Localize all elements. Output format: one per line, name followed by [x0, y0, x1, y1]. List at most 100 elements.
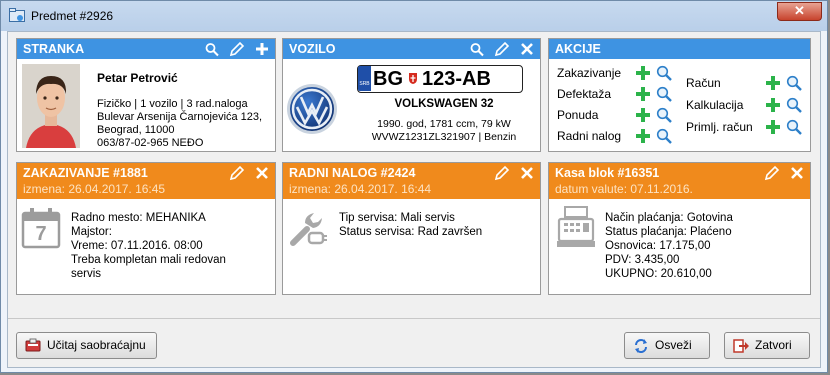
add-icon[interactable]: [255, 41, 269, 57]
radni-nalog-modified: izmena: 26.04.2017. 16:44: [289, 182, 432, 196]
plate-city: BG: [373, 68, 403, 90]
stranka-name: Petar Petrović: [97, 71, 178, 85]
add-icon[interactable]: [636, 87, 650, 101]
refresh-label: Osveži: [655, 338, 692, 352]
plate-country-strip: SRB: [358, 66, 371, 91]
stranka-phone-line: 063/87-02-965 NEĐO: [97, 137, 204, 149]
stranka-panel: STRANKA Petar Petrović Fizičko | 1 vozil…: [16, 38, 276, 152]
predmet-window: Predmet #2926 ✕ STRANKA Petar Petrović F…: [0, 0, 828, 373]
kasa-blok-line: PDV: 3.435,00: [605, 254, 680, 266]
card-reader-icon: [25, 338, 41, 352]
window-title: Predmet #2926: [31, 9, 114, 23]
search-icon[interactable]: [656, 65, 672, 81]
close-label: Zatvori: [755, 338, 792, 352]
close-icon[interactable]: [790, 165, 804, 181]
stranka-address-line: Bulevar Arsenija Čarnojevića 123,: [97, 111, 263, 123]
action-label: Račun: [686, 76, 721, 90]
action-label: Radni nalog: [557, 129, 622, 143]
action-label: Kalkulacija: [686, 98, 744, 112]
stranka-header: STRANKA: [17, 39, 275, 59]
stranka-city-line: Beograd, 11000: [97, 124, 175, 136]
refresh-icon: [635, 339, 647, 353]
action-row: Ponuda: [557, 107, 676, 123]
add-icon[interactable]: [636, 108, 650, 122]
search-icon[interactable]: [656, 86, 672, 102]
action-label: Primlj. račun: [686, 120, 753, 134]
footer-divider: [8, 318, 820, 319]
search-icon[interactable]: [786, 119, 802, 135]
radni-nalog-panel: RADNI NALOG #2424 izmena: 26.04.2017. 16…: [282, 162, 541, 295]
edit-pencil-icon[interactable]: [494, 41, 510, 57]
action-label: Ponuda: [557, 108, 599, 122]
radni-nalog-title: RADNI NALOG #2424: [289, 166, 416, 180]
action-row: Zakazivanje: [557, 65, 676, 81]
action-label: Zakazivanje: [557, 66, 622, 80]
add-icon[interactable]: [766, 76, 780, 90]
edit-pencil-icon[interactable]: [229, 41, 245, 57]
zakazivanje-line: Vreme: 07.11.2016. 08:00: [71, 240, 203, 252]
zakazivanje-line: Radno mesto: MEHANIKA: [71, 212, 206, 224]
edit-pencil-icon[interactable]: [494, 165, 510, 181]
stranka-info-line: Fizičko | 1 vozilo | 3 rad.naloga: [97, 98, 248, 110]
kasa-blok-line: UKUPNO: 20.610,00: [605, 268, 712, 280]
akcije-header: AKCIJE: [549, 39, 810, 59]
kasa-blok-due-date: datum valute: 07.11.2016.: [555, 182, 693, 196]
action-label: Defektaža: [557, 87, 612, 101]
window-folder-icon: [9, 8, 25, 22]
search-icon[interactable]: [656, 107, 672, 123]
vozilo-panel: VOZILO SRB BG 123-AB VOLKSWAGEN 32 1990.…: [282, 38, 541, 152]
akcije-panel: AKCIJE Zakazivanje Defektaža Ponuda Radni n…: [548, 38, 811, 152]
close-button[interactable]: Zatvori: [724, 332, 810, 359]
kasa-blok-panel: Kasa blok #16351 datum valute: 07.11.201…: [548, 162, 811, 295]
add-icon[interactable]: [636, 129, 650, 143]
action-row: Defektaža: [557, 86, 676, 102]
zakazivanje-line: Majstor:: [71, 226, 112, 238]
close-icon[interactable]: [520, 165, 534, 181]
zakazivanje-panel: ZAKAZIVANJE #1881 izmena: 26.04.2017. 16…: [16, 162, 276, 295]
load-registration-button[interactable]: Učitaj saobraćajnu: [16, 332, 157, 359]
edit-pencil-icon[interactable]: [229, 165, 245, 181]
radni-nalog-line: Status servisa: Rad završen: [339, 226, 483, 238]
vozilo-title: VOZILO: [289, 42, 336, 56]
akcije-title: AKCIJE: [555, 42, 601, 56]
stranka-title: STRANKA: [23, 42, 85, 56]
action-row: Primlj. račun: [686, 119, 806, 135]
window-close-label: ✕: [794, 3, 805, 18]
search-icon[interactable]: [656, 128, 672, 144]
search-icon[interactable]: [786, 75, 802, 91]
search-icon[interactable]: [786, 97, 802, 113]
plate-coat-of-arms-icon: [409, 73, 417, 84]
action-row: Radni nalog: [557, 128, 676, 144]
refresh-button[interactable]: Osveži: [624, 332, 710, 359]
close-icon[interactable]: [255, 165, 269, 181]
vehicle-model: VOLKSWAGEN 32: [394, 98, 494, 110]
zakazivanje-title: ZAKAZIVANJE #1881: [23, 166, 148, 180]
kasa-blok-title: Kasa blok #16351: [555, 166, 660, 180]
wrench-plug-icon: [290, 213, 327, 246]
edit-pencil-icon[interactable]: [764, 165, 780, 181]
zakazivanje-modified: izmena: 26.04.2017. 16:45: [23, 182, 166, 196]
action-row: Kalkulacija: [686, 97, 806, 113]
radni-nalog-line: Tip servisa: Mali servis: [339, 212, 455, 224]
vehicle-specs: 1990. god, 1781 ccm, 79 kW: [377, 118, 511, 130]
search-icon[interactable]: [205, 41, 219, 57]
kasa-blok-header: Kasa blok #16351 datum valute: 07.11.201…: [549, 163, 810, 199]
close-icon[interactable]: [520, 41, 534, 57]
radni-nalog-header: RADNI NALOG #2424 izmena: 26.04.2017. 16…: [283, 163, 540, 199]
avatar: [22, 64, 80, 148]
window-close-button[interactable]: ✕: [777, 2, 822, 21]
add-icon[interactable]: [636, 66, 650, 80]
kasa-blok-line: Status plaćanja: Plaćeno: [605, 226, 732, 238]
calendar-day: 7: [35, 223, 47, 245]
vehicle-vin: WVWZ1231ZL321907 | Benzin: [371, 131, 517, 143]
add-icon[interactable]: [766, 98, 780, 112]
search-icon[interactable]: [470, 41, 484, 57]
add-icon[interactable]: [766, 120, 780, 134]
zakazivanje-line: Treba kompletan mali redovan: [71, 254, 226, 266]
plate-number: 123-AB: [422, 68, 491, 90]
load-registration-label: Učitaj saobraćajnu: [47, 338, 146, 352]
cash-register-icon: [557, 206, 595, 247]
vozilo-header: VOZILO: [283, 39, 540, 59]
volkswagen-logo-icon: [287, 84, 337, 134]
action-row: Račun: [686, 75, 806, 91]
